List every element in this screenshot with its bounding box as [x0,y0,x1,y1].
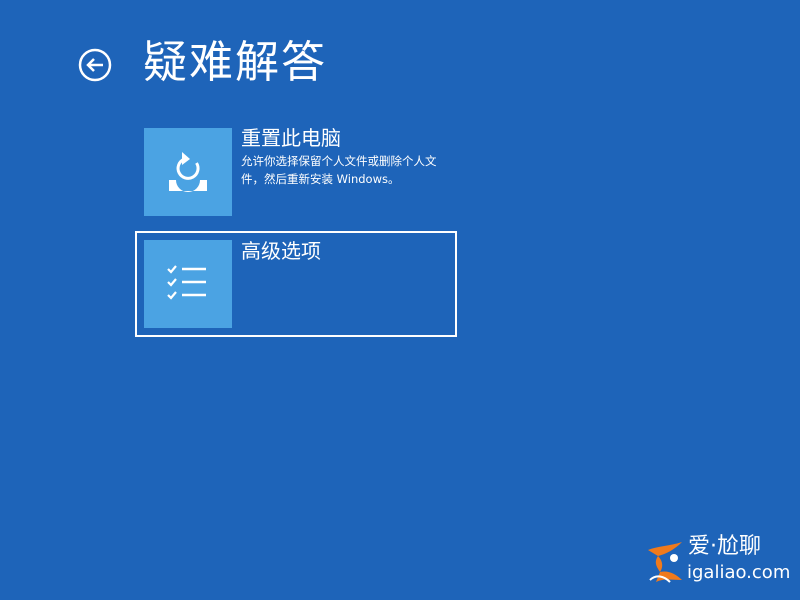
watermark: 爱·尬聊 igaliao.com [640,530,795,590]
reset-pc-option[interactable]: 重置此电脑 允许你选择保留个人文件或删除个人文件，然后重新安装 Windows。 [135,118,457,224]
reset-pc-tile [144,128,232,216]
back-arrow-icon [78,48,112,82]
advanced-options-option[interactable]: 高级选项 [135,231,457,337]
troubleshoot-screen: 疑难解答 重置此电脑 允许你选择保留个人文件或删除个人文件，然后重新安装 Win… [0,0,800,600]
watermark-url: igaliao.com [687,562,791,583]
reset-pc-icon [169,152,207,192]
watermark-logo-icon [648,542,682,583]
reset-pc-title: 重置此电脑 [241,126,341,150]
advanced-options-title: 高级选项 [241,239,321,263]
advanced-options-tile [144,240,232,328]
checklist-icon [167,265,206,300]
back-button[interactable] [78,48,112,82]
reset-pc-description: 允许你选择保留个人文件或删除个人文件，然后重新安装 Windows。 [241,154,437,186]
watermark-brand: 爱·尬聊 [688,534,761,559]
page-title: 疑难解答 [143,37,327,88]
